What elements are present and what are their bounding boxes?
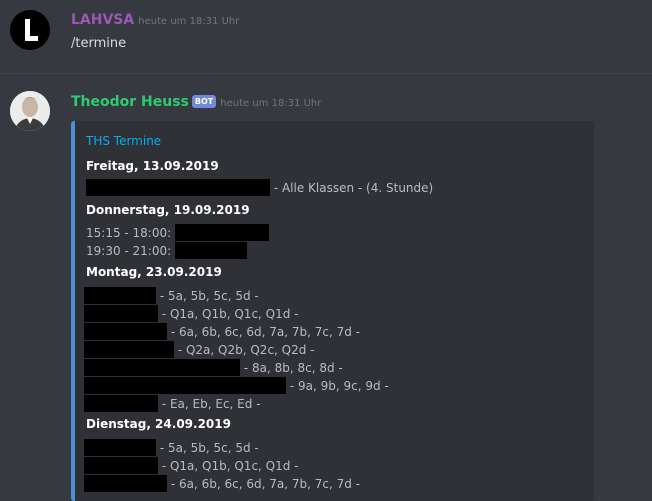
- day-heading: Montag, 23.09.2019: [86, 265, 222, 279]
- appointment-line: - 5a, 5b, 5c, 5d -: [84, 439, 259, 456]
- appointment-text: - 5a, 5b, 5c, 5d -: [159, 441, 259, 455]
- timestamp: heute um 18:31 Uhr: [220, 98, 322, 109]
- appointment-line: - Q1a, Q1b, Q1c, Q1d -: [84, 457, 299, 474]
- appointment-text: 15:15 - 18:00:: [86, 226, 172, 240]
- appointment-line: - 5a, 5b, 5c, 5d -: [84, 287, 259, 304]
- appointment-text: - Ea, Eb, Ec, Ed -: [161, 397, 261, 411]
- appointment-line: - Q2a, Q2b, Q2c, Q2d -: [84, 341, 315, 358]
- timestamp: heute um 18:31 Uhr: [138, 16, 240, 27]
- appointment-text: - Q1a, Q1b, Q1c, Q1d -: [161, 307, 299, 321]
- redacted-block: [84, 457, 158, 474]
- appointment-line: - Ea, Eb, Ec, Ed -: [84, 395, 261, 412]
- redacted-block: [175, 242, 247, 259]
- redacted-block: [84, 475, 167, 492]
- appointment-line: - Q1a, Q1b, Q1c, Q1d -: [84, 305, 299, 322]
- bot-author-name-text[interactable]: Theodor Heuss: [71, 94, 189, 110]
- appointment-text: - 9a, 9b, 9c, 9d -: [289, 379, 389, 393]
- redacted-block: [86, 179, 270, 196]
- redacted-block: [84, 377, 286, 394]
- message-text: /termine: [71, 36, 127, 51]
- redacted-block: [84, 395, 158, 412]
- redacted-block: [84, 305, 158, 322]
- message-divider: [0, 73, 652, 74]
- appointment-line: - Alle Klassen - (4. Stunde): [86, 179, 433, 196]
- day-heading: Freitag, 13.09.2019: [86, 159, 219, 173]
- appointment-text: - Q1a, Q1b, Q1c, Q1d -: [161, 459, 299, 473]
- appointment-text: - 8a, 8b, 8c, 8d -: [243, 361, 343, 375]
- bot-author-name[interactable]: Theodor Heuss BOT heute um 18:31 Uhr: [71, 94, 321, 110]
- appointment-line: 15:15 - 18:00:: [86, 224, 269, 241]
- day-heading: Donnerstag, 19.09.2019: [86, 203, 250, 217]
- author-name[interactable]: LAHVSA heute um 18:31 Uhr: [71, 12, 239, 28]
- bot-badge: BOT: [191, 95, 217, 108]
- redacted-block: [84, 287, 156, 304]
- appointment-text: - 5a, 5b, 5c, 5d -: [159, 289, 259, 303]
- appointment-line: - 6a, 6b, 6c, 6d, 7a, 7b, 7c, 7d -: [84, 323, 360, 340]
- appointment-text: - 6a, 6b, 6c, 6d, 7a, 7b, 7c, 7d -: [170, 477, 360, 491]
- bot-avatar-icon[interactable]: [10, 91, 50, 131]
- appointment-line: - 8a, 8b, 8c, 8d -: [84, 359, 343, 376]
- author-name-text[interactable]: LAHVSA: [71, 12, 134, 28]
- appointment-text: - Q2a, Q2b, Q2c, Q2d -: [177, 343, 315, 357]
- redacted-block: [84, 323, 167, 340]
- redacted-block: [84, 341, 174, 358]
- redacted-block: [175, 224, 269, 241]
- redacted-block: [84, 439, 156, 456]
- redacted-block: [84, 359, 240, 376]
- day-heading: Dienstag, 24.09.2019: [86, 417, 231, 431]
- appointment-text: 19:30 - 21:00:: [86, 244, 172, 258]
- user-avatar-icon[interactable]: [10, 10, 50, 50]
- appointment-line: - 9a, 9b, 9c, 9d -: [84, 377, 389, 394]
- appointment-text: - Alle Klassen - (4. Stunde): [273, 181, 434, 195]
- appointment-line: - 6a, 6b, 6c, 6d, 7a, 7b, 7c, 7d -: [84, 475, 360, 492]
- embed-title[interactable]: THS Termine: [86, 134, 161, 148]
- appointment-line: 19:30 - 21:00:: [86, 242, 247, 259]
- appointment-text: - 6a, 6b, 6c, 6d, 7a, 7b, 7c, 7d -: [170, 325, 360, 339]
- embed-card: THS Termine Freitag, 13.09.2019 - Alle K…: [71, 121, 594, 501]
